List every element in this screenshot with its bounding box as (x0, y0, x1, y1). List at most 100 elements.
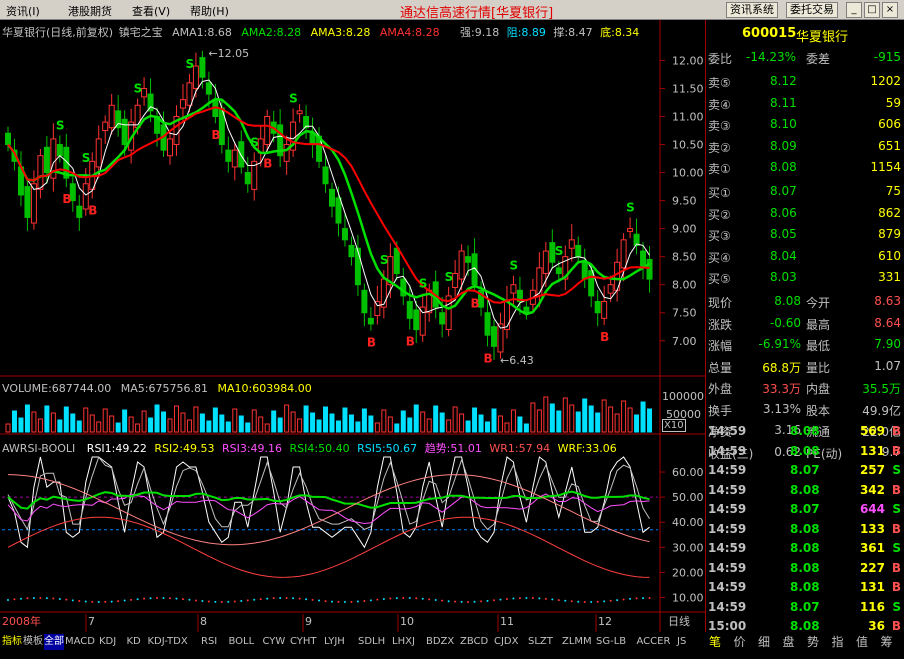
buy-price: 8.04 (770, 248, 797, 263)
indicator-tab[interactable]: ZLMM (562, 634, 592, 650)
buy-price: 8.03 (770, 270, 797, 284)
stat-row: 现价 8.08 今开 8.63 (706, 292, 904, 313)
volume-bar (601, 399, 607, 433)
indicator-tab[interactable]: LHXJ (392, 634, 415, 650)
quote-tab[interactable]: 细 (758, 634, 770, 650)
tick-price: 8.08 (790, 482, 820, 497)
booli-dot (149, 597, 152, 600)
candle-body (329, 188, 335, 207)
maximize-icon[interactable]: □ (864, 2, 880, 18)
trend-value: 趋势:51.01 (424, 442, 482, 455)
indicator-tab[interactable]: ZBCD (460, 634, 488, 650)
sell-volume: 1202 (870, 74, 901, 88)
quote-tab[interactable]: 值 (856, 634, 868, 650)
booli-dot (518, 597, 521, 600)
indicator-tab[interactable]: 全部 (44, 634, 64, 650)
menu-item-info[interactable]: 资讯(I) (6, 3, 40, 19)
kline-chart[interactable]: 12.00 11.50 11.00 10.50 10.00 9.50 9.00 8.50 8.0… (0, 20, 705, 632)
stat-value: 8.08 (774, 294, 801, 308)
high-price-marker: ←12.05 (208, 47, 249, 60)
volume-bar (18, 417, 24, 433)
volume-bar (588, 405, 594, 433)
candle-body (646, 258, 653, 280)
menu-item-help[interactable]: 帮助(H) (190, 3, 229, 19)
sell-price: 8.09 (770, 138, 797, 153)
indicator-tab[interactable]: JS (677, 634, 686, 650)
menu-item-futures[interactable]: 港股期货 (68, 3, 112, 19)
volume-bar (173, 405, 179, 433)
candle-body (542, 250, 549, 274)
quote-tab[interactable]: 价 (734, 634, 746, 650)
volume-bar (115, 422, 121, 433)
volume-bar (63, 406, 69, 433)
indicator-tab[interactable]: MACD (65, 634, 95, 650)
sell-signal-marker: S (289, 92, 298, 106)
volume-bar (128, 416, 134, 433)
info-system-button[interactable]: 资讯系统 (726, 2, 778, 18)
indicator-tab[interactable]: LYJH (324, 634, 345, 650)
indicator-tab[interactable]: SG-LB (596, 634, 626, 650)
volume-bar (193, 406, 199, 433)
quote-tab[interactable]: 指 (832, 634, 844, 650)
volume-bar (614, 413, 620, 433)
booli-dot (279, 596, 282, 599)
ma5-value: MA5:675756.81 (120, 382, 208, 395)
stat-label: 内盘 (806, 382, 831, 396)
volume-bar (433, 405, 439, 433)
candle-body (296, 110, 303, 115)
volume-bar (24, 404, 30, 433)
indicator-tab[interactable]: ACCER (637, 634, 671, 650)
indicator-tab[interactable]: CJDX (494, 634, 518, 650)
volume-bar (595, 412, 601, 433)
indicator-tab[interactable]: SLZT (528, 634, 553, 650)
volume-bar (37, 418, 43, 433)
indicator-tab[interactable]: 指标 (2, 634, 22, 650)
rsi1-value: RSI1:49.22 (86, 442, 147, 455)
stat-row: 涨幅 -6.91% 最低 7.90 (706, 335, 904, 356)
price-tick-label: 8.50 (672, 251, 697, 264)
indicator-tab[interactable]: CYW (263, 634, 286, 650)
quote-tab[interactable]: 盘 (783, 634, 795, 650)
buy-label: 买③ (708, 229, 731, 243)
menu-item-view[interactable]: 查看(V) (132, 3, 170, 19)
buy-signal-marker: B (367, 336, 376, 350)
indicator-tab[interactable]: KDJ-TDX (148, 634, 188, 650)
booli-dot (382, 598, 385, 601)
indicator-tab[interactable]: SDLH (358, 634, 385, 650)
indicator-tab[interactable]: RSI (201, 634, 217, 650)
stat-label: 涨跌 (708, 317, 733, 332)
indicator-tab[interactable]: KDJ (99, 634, 116, 650)
indicator-tab[interactable]: CYHT (290, 634, 317, 650)
volume-bar (212, 407, 218, 433)
minimize-icon[interactable]: _ (846, 2, 862, 18)
close-icon[interactable]: × (882, 2, 898, 18)
booli-dot (415, 597, 418, 600)
x-axis-label: 7 (88, 615, 95, 628)
trade-button[interactable]: 委托交易 (786, 2, 838, 18)
volume-bar (154, 404, 160, 433)
candle-body (348, 244, 355, 258)
quote-tab[interactable]: 筹 (881, 634, 893, 650)
tick-volume: 116 (859, 599, 885, 614)
booli-dot (622, 598, 625, 601)
candle-body (24, 186, 31, 218)
candle-body (393, 247, 400, 274)
quote-tab[interactable]: 笔 (709, 634, 721, 650)
tick-volume: 131 (859, 580, 885, 594)
candle-body (575, 244, 582, 258)
indicator-tab[interactable]: BDZX (426, 634, 454, 650)
indicator-tab[interactable]: KD (127, 634, 141, 650)
sell-signal-marker: S (445, 270, 454, 284)
booli-dot (117, 600, 120, 603)
tick-side: S (892, 463, 901, 477)
booli-dot (363, 599, 366, 602)
stat-value: -0.60 (769, 315, 801, 330)
indicator-tab[interactable]: 模板 (23, 634, 43, 650)
tick-row: 14:59 8.08 342 B (706, 481, 904, 502)
tick-volume: 133 (859, 521, 885, 536)
booli-dot (421, 597, 424, 600)
quote-tab[interactable]: 势 (807, 634, 819, 650)
wr1-value: WR1:57.94 (489, 442, 551, 455)
tick-volume: 257 (859, 463, 885, 477)
indicator-tab[interactable]: BOLL (229, 634, 255, 650)
